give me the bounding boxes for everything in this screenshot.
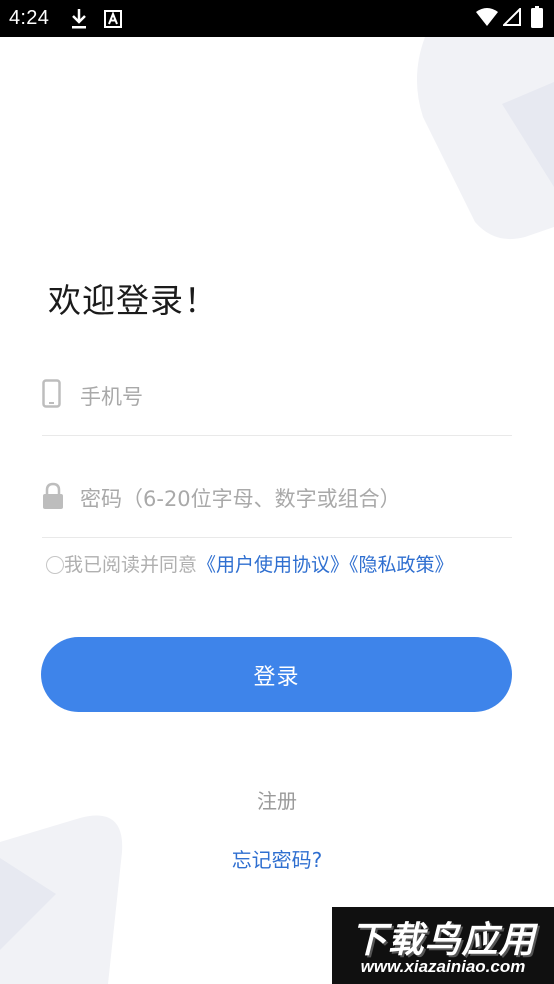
privacy-policy-link[interactable]: 《隐私政策》 — [349, 554, 454, 576]
login-button[interactable]: 登录 — [41, 637, 512, 712]
phone-icon — [42, 379, 61, 408]
watermark-url: www.xiazainiao.com — [360, 957, 526, 976]
agree-text: 我已阅读并同意 — [64, 554, 198, 576]
download-icon — [72, 9, 86, 29]
watermark-title: 下载鸟应用 — [350, 920, 536, 961]
status-bar: 4:24 — [0, 0, 554, 37]
phone-input[interactable]: 手机号 — [80, 381, 143, 411]
password-input[interactable]: 密码（6-20位字母、数字或组合） — [80, 483, 401, 513]
battery-icon — [531, 6, 543, 28]
agree-radio[interactable] — [46, 556, 64, 574]
decor-shape-bottom-left — [0, 815, 123, 984]
status-time: 4:24 — [9, 7, 50, 29]
password-field[interactable]: 密码（6-20位字母、数字或组合） — [42, 477, 512, 538]
wifi-icon — [476, 8, 498, 26]
forgot-password-link[interactable]: 忘记密码? — [0, 844, 554, 873]
decor-shape-top-right — [416, 37, 554, 240]
user-agreement-link[interactable]: 《用户使用协议》 — [197, 554, 349, 576]
page-title: 欢迎登录！ — [48, 281, 218, 320]
watermark-logo: 下载鸟应用 www.xiazainiao.com — [332, 907, 554, 984]
signal-icon — [503, 8, 521, 26]
lock-icon — [43, 482, 63, 509]
register-link[interactable]: 注册 — [0, 785, 554, 814]
agreement-row: 我已阅读并同意《用户使用协议》《隐私政策》 — [46, 550, 454, 576]
a-badge-icon — [104, 10, 122, 28]
phone-field[interactable]: 手机号 — [42, 375, 512, 436]
